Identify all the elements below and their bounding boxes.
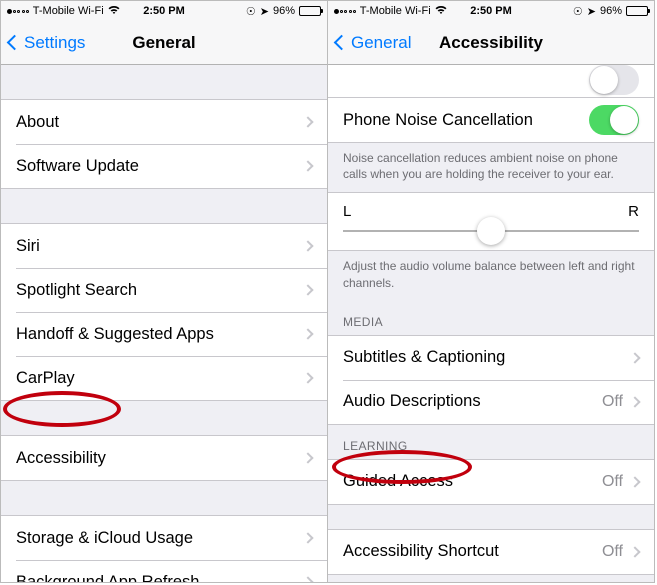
row-about[interactable]: About	[1, 100, 327, 144]
toggle-mono-audio-partial[interactable]	[589, 65, 639, 95]
chevron-right-icon	[302, 576, 313, 582]
chevron-right-icon	[302, 372, 313, 383]
chevron-right-icon	[629, 396, 640, 407]
left-screen: T-Mobile Wi-Fi 2:50 PM ☉ ➤ 96% Settings …	[1, 1, 328, 582]
row-label: CarPlay	[16, 369, 75, 388]
chevron-left-icon	[7, 35, 23, 51]
row-audio-descriptions[interactable]: Audio Descriptions Off	[328, 380, 654, 424]
noise-cancel-note: Noise cancellation reduces ambient noise…	[328, 143, 654, 192]
toggle-noise-cancellation[interactable]	[589, 105, 639, 135]
navbar: Settings General	[1, 21, 327, 65]
chevron-right-icon	[629, 546, 640, 557]
slider-thumb[interactable]	[477, 217, 505, 245]
carrier-label: T-Mobile Wi-Fi	[360, 5, 431, 17]
row-label: Background App Refresh	[16, 573, 199, 583]
row-handoff[interactable]: Handoff & Suggested Apps	[1, 312, 327, 356]
row-label: Siri	[16, 237, 40, 256]
navbar: General Accessibility	[328, 21, 654, 65]
chevron-right-icon	[629, 476, 640, 487]
row-subtitles[interactable]: Subtitles & Captioning	[328, 336, 654, 380]
battery-pct: 96%	[273, 5, 295, 17]
back-button[interactable]: General	[336, 33, 411, 53]
row-label: Accessibility Shortcut	[343, 542, 499, 561]
battery-icon	[626, 6, 648, 16]
balance-note: Adjust the audio volume balance between …	[328, 251, 654, 300]
section-header-media: MEDIA	[328, 301, 654, 335]
right-screen: T-Mobile Wi-Fi 2:50 PM ☉ ➤ 96% General A…	[328, 1, 654, 582]
chevron-left-icon	[334, 35, 350, 51]
status-bar: T-Mobile Wi-Fi 2:50 PM ☉ ➤ 96%	[328, 1, 654, 21]
accessibility-content: Phone Noise Cancellation Noise cancellat…	[328, 65, 654, 582]
row-storage[interactable]: Storage & iCloud Usage	[1, 516, 327, 560]
row-accessibility[interactable]: Accessibility	[1, 436, 327, 480]
wifi-icon	[108, 5, 120, 18]
alarm-icon: ☉	[573, 5, 583, 18]
row-siri[interactable]: Siri	[1, 224, 327, 268]
general-content: About Software Update Siri Spotlight Sea…	[1, 65, 327, 582]
signal-icon	[7, 9, 29, 14]
wifi-icon	[435, 5, 447, 18]
row-background-refresh[interactable]: Background App Refresh	[1, 560, 327, 582]
balance-slider-group: L R	[328, 192, 654, 251]
back-button[interactable]: Settings	[9, 33, 85, 53]
location-icon: ➤	[587, 5, 596, 18]
chevron-right-icon	[302, 452, 313, 463]
chevron-right-icon	[302, 532, 313, 543]
row-label: Phone Noise Cancellation	[343, 111, 533, 130]
row-label: Spotlight Search	[16, 281, 137, 300]
location-icon: ➤	[260, 5, 269, 18]
row-label: Storage & iCloud Usage	[16, 529, 193, 548]
chevron-right-icon	[302, 116, 313, 127]
row-label: Handoff & Suggested Apps	[16, 325, 214, 344]
battery-pct: 96%	[600, 5, 622, 17]
row-value: Off	[602, 393, 623, 411]
row-label: Subtitles & Captioning	[343, 348, 505, 367]
row-label: Accessibility	[16, 449, 106, 468]
row-label: About	[16, 113, 59, 132]
row-guided-access[interactable]: Guided Access Off	[328, 460, 654, 504]
row-accessibility-shortcut[interactable]: Accessibility Shortcut Off	[328, 530, 654, 574]
slider-label-right: R	[628, 203, 639, 220]
row-value: Off	[602, 543, 623, 561]
row-carplay[interactable]: CarPlay	[1, 356, 327, 400]
row-noise-cancellation[interactable]: Phone Noise Cancellation	[328, 98, 654, 142]
battery-icon	[299, 6, 321, 16]
back-label: Settings	[24, 33, 85, 53]
carrier-label: T-Mobile Wi-Fi	[33, 5, 104, 17]
row-label: Audio Descriptions	[343, 392, 481, 411]
row-label: Guided Access	[343, 472, 453, 491]
chevron-right-icon	[629, 352, 640, 363]
balance-slider[interactable]	[343, 230, 639, 232]
chevron-right-icon	[302, 328, 313, 339]
section-header-learning: LEARNING	[328, 425, 654, 459]
slider-label-left: L	[343, 203, 351, 220]
row-software-update[interactable]: Software Update	[1, 144, 327, 188]
signal-icon	[334, 9, 356, 14]
chevron-right-icon	[302, 240, 313, 251]
chevron-right-icon	[302, 160, 313, 171]
status-bar: T-Mobile Wi-Fi 2:50 PM ☉ ➤ 96%	[1, 1, 327, 21]
row-label: Software Update	[16, 157, 139, 176]
chevron-right-icon	[302, 284, 313, 295]
row-spotlight[interactable]: Spotlight Search	[1, 268, 327, 312]
back-label: General	[351, 33, 411, 53]
alarm-icon: ☉	[246, 5, 256, 18]
row-value: Off	[602, 473, 623, 491]
